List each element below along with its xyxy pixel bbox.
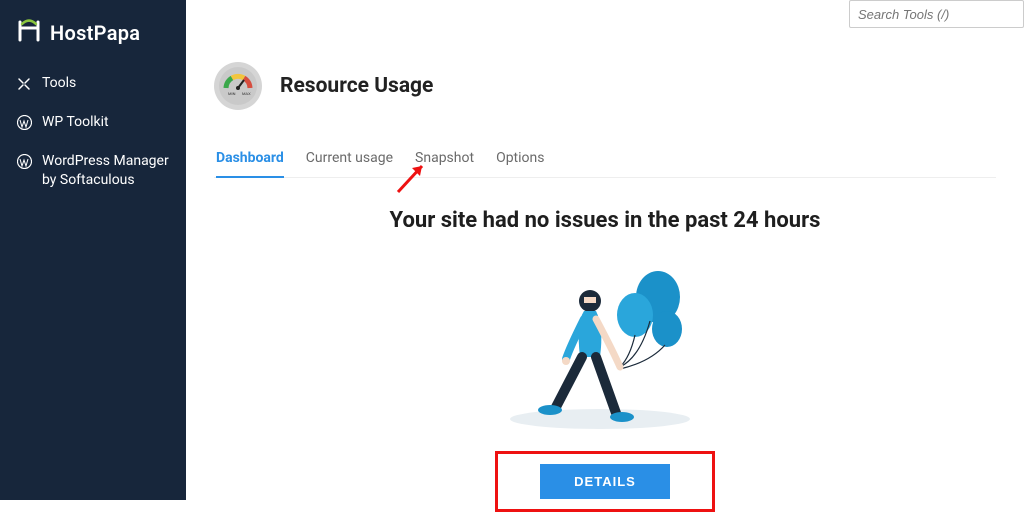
details-highlight-box: DETAILS xyxy=(495,451,715,512)
tabs: Dashboard Current usage Snapshot Options xyxy=(214,144,996,178)
main-content: MIN MAX Resource Usage Dashboard Current… xyxy=(186,0,1024,500)
sidebar-item-wp-toolkit[interactable]: WP Toolkit xyxy=(12,105,174,140)
sidebar-item-wp-manager[interactable]: WordPress Manager by Softaculous xyxy=(12,144,174,198)
tab-label: Options xyxy=(496,150,544,166)
tab-options[interactable]: Options xyxy=(496,144,544,177)
sidebar-nav: Tools WP Toolkit WordPress Manager by So… xyxy=(12,66,174,198)
sidebar-item-label: Tools xyxy=(42,74,76,93)
content: MIN MAX Resource Usage Dashboard Current… xyxy=(186,0,1024,512)
sidebar-item-label: WP Toolkit xyxy=(42,113,109,132)
search-container xyxy=(849,0,1024,28)
sidebar-item-tools[interactable]: Tools xyxy=(12,66,174,101)
celebration-illustration-icon xyxy=(500,257,710,437)
sidebar: HostPapa Tools WP Toolkit WordPress Mana… xyxy=(0,0,186,500)
gauge-icon: MIN MAX xyxy=(214,62,262,110)
tab-current-usage[interactable]: Current usage xyxy=(306,144,393,177)
tab-label: Dashboard xyxy=(216,150,284,166)
page-title: Resource Usage xyxy=(280,74,433,98)
sidebar-item-label: WordPress Manager by Softaculous xyxy=(42,152,170,190)
status-headline: Your site had no issues in the past 24 h… xyxy=(214,208,996,233)
svg-text:MAX: MAX xyxy=(242,91,251,96)
details-button[interactable]: DETAILS xyxy=(540,464,670,499)
wordpress-icon xyxy=(16,154,32,170)
wordpress-icon xyxy=(16,115,32,131)
annotation-arrow-icon xyxy=(392,158,432,198)
svg-text:MIN: MIN xyxy=(228,91,236,96)
brand-logo-icon xyxy=(16,18,42,48)
search-input[interactable] xyxy=(849,0,1024,28)
page-header: MIN MAX Resource Usage xyxy=(214,62,996,110)
tools-icon xyxy=(16,76,32,92)
brand: HostPapa xyxy=(12,18,174,66)
dashboard-panel: Your site had no issues in the past 24 h… xyxy=(214,178,996,512)
tab-dashboard[interactable]: Dashboard xyxy=(216,144,284,178)
tab-label: Current usage xyxy=(306,150,393,166)
brand-name: HostPapa xyxy=(50,21,140,45)
